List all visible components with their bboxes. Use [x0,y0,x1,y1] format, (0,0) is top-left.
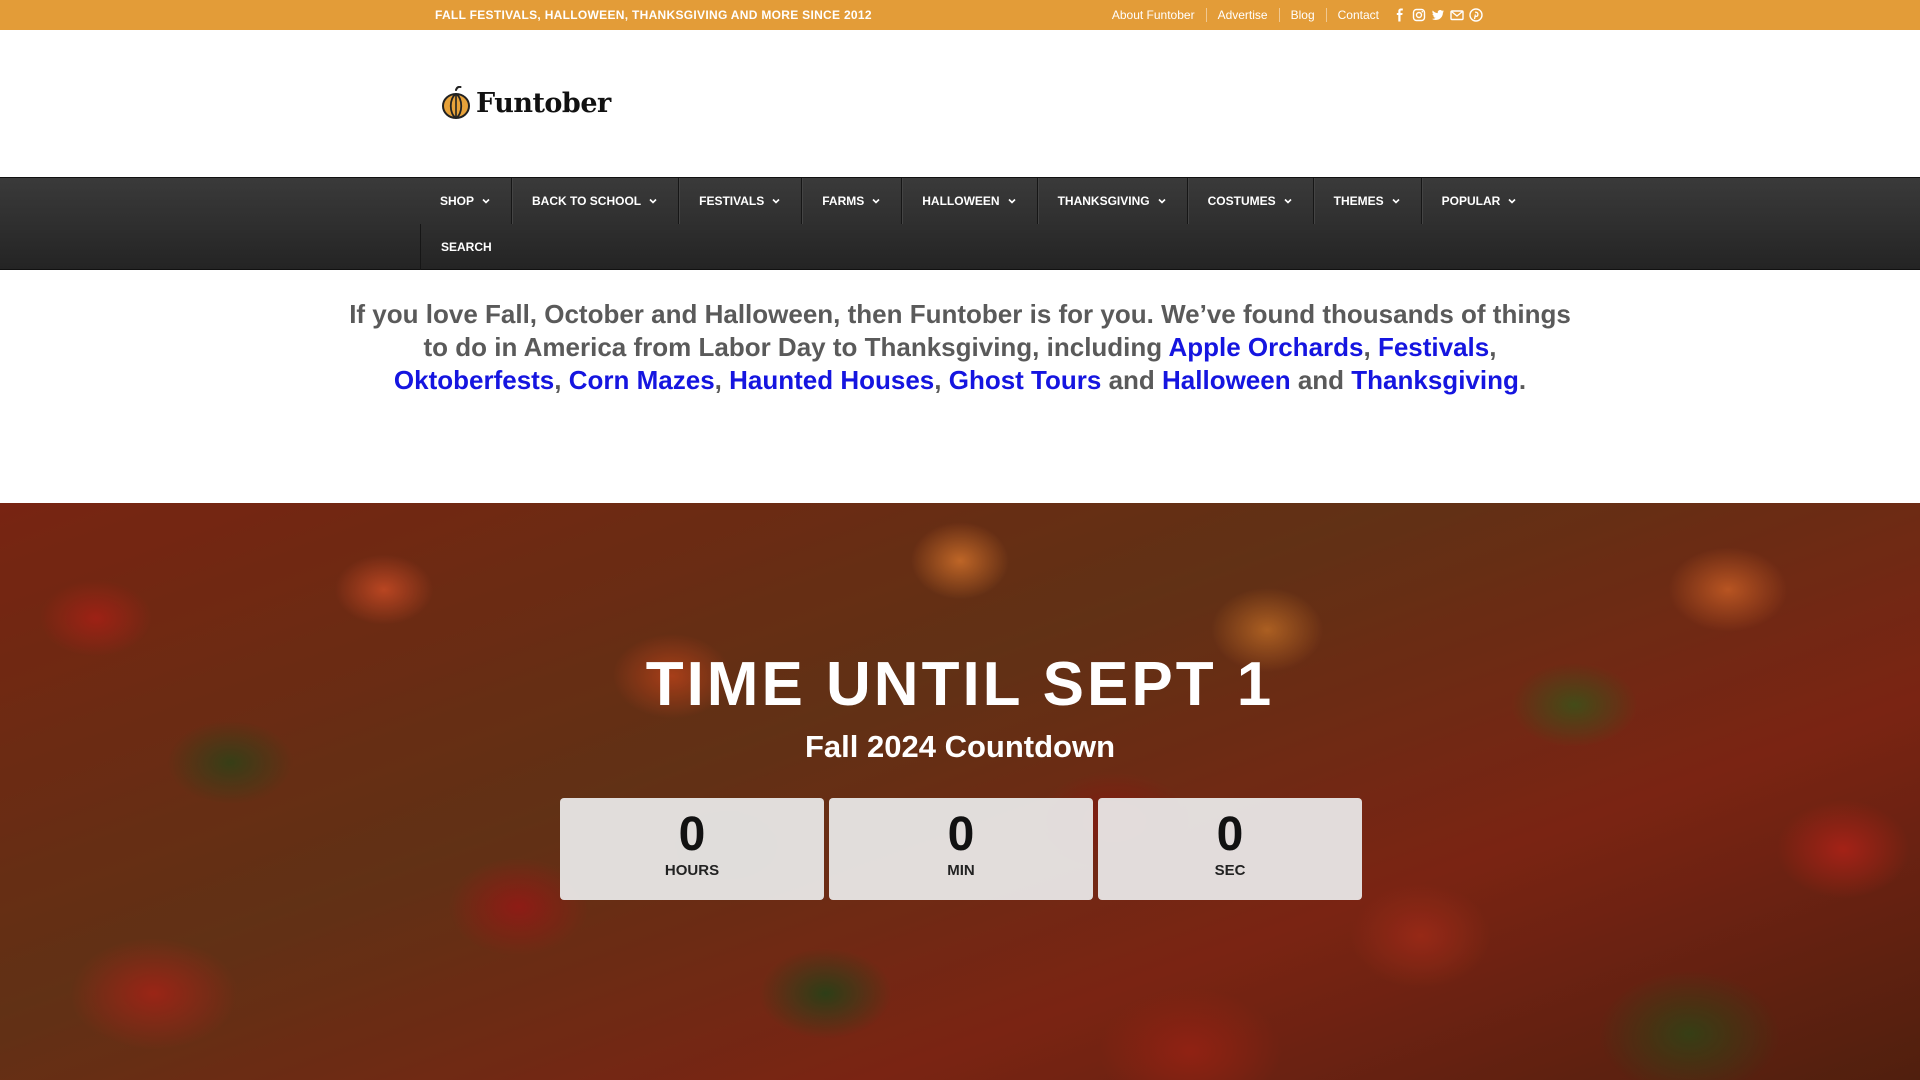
nav-row-2: SEARCH [420,224,512,270]
intro-separator: and [1290,365,1352,395]
countdown-value: 0 [678,808,706,861]
nav-item-search[interactable]: SEARCH [420,224,512,270]
site-logo[interactable]: Funtober [440,86,611,120]
instagram-icon[interactable] [1412,8,1426,22]
countdown-value: 0 [947,808,975,861]
chevron-down-icon [1391,196,1401,206]
nav-item-label: HALLOWEEN [922,194,1000,208]
countdown-seconds: 0 SEC [1098,798,1362,900]
intro-separator: and [1101,365,1163,395]
intro-separator: , [934,365,949,395]
countdown-label: MIN [947,862,975,879]
nav-item-label: THEMES [1333,194,1384,208]
twitter-icon[interactable] [1431,8,1445,22]
oktoberfests-link[interactable]: Oktoberfests [394,365,554,395]
social-links [1393,8,1483,22]
hero-title: TIME UNTIL SEPT 1 [645,650,1275,719]
facebook-icon[interactable] [1393,8,1407,22]
nav-item-popular[interactable]: POPULAR [1422,178,1538,224]
blog-link[interactable]: Blog [1280,8,1327,22]
apple-orchards-link[interactable]: Apple Orchards [1168,332,1363,362]
nav-item-back-to-school[interactable]: BACK TO SCHOOL [512,178,680,224]
nav-item-label: FESTIVALS [699,194,765,208]
nav-item-label: COSTUMES [1207,194,1276,208]
countdown-minutes: 0 MIN [829,798,1093,900]
chevron-down-icon [771,196,781,206]
chevron-down-icon [871,196,881,206]
hero-countdown-section: TIME UNTIL SEPT 1 Fall 2024 Countdown 0 … [0,503,1920,1080]
chevron-down-icon [481,196,491,206]
about-link[interactable]: About Funtober [1101,8,1207,22]
countdown-boxes: 0 HOURS 0 MIN 0 SEC [560,798,1362,900]
chevron-down-icon [648,196,658,206]
pinterest-icon[interactable] [1469,8,1483,22]
intro-separator: , [1489,332,1497,362]
nav-item-farms[interactable]: FARMS [802,178,903,224]
nav-item-costumes[interactable]: COSTUMES [1188,178,1314,224]
main-nav: SHOP BACK TO SCHOOL FESTIVALS FARMS HALL… [0,177,1920,270]
corn-mazes-link[interactable]: Corn Mazes [569,365,715,395]
nav-item-label: BACK TO SCHOOL [532,194,642,208]
intro-separator: , [1363,332,1378,362]
countdown-hours: 0 HOURS [560,798,824,900]
logo-text: Funtober [476,87,611,119]
site-tagline: FALL FESTIVALS, HALLOWEEN, THANKSGIVING … [435,8,872,22]
advertise-link[interactable]: Advertise [1207,8,1280,22]
nav-item-label: SEARCH [441,240,492,254]
top-links: About Funtober Advertise Blog Contact [1101,0,1483,30]
chevron-down-icon [1507,196,1517,206]
nav-item-label: THANKSGIVING [1057,194,1150,208]
intro-separator: , [554,365,569,395]
top-bar: FALL FESTIVALS, HALLOWEEN, THANKSGIVING … [0,0,1920,30]
haunted-houses-link[interactable]: Haunted Houses [729,365,934,395]
chevron-down-icon [1283,196,1293,206]
nav-row-1: SHOP BACK TO SCHOOL FESTIVALS FARMS HALL… [420,178,1537,224]
site-header: Funtober [0,30,1920,177]
countdown-label: SEC [1214,862,1246,879]
contact-link[interactable]: Contact [1327,8,1393,22]
countdown-label: HOURS [664,862,720,879]
countdown-value: 0 [1216,808,1244,861]
intro-separator: , [714,365,730,395]
nav-item-themes[interactable]: THEMES [1314,178,1422,224]
nav-item-halloween[interactable]: HALLOWEEN [902,178,1038,224]
ghost-tours-link[interactable]: Ghost Tours [949,365,1102,395]
nav-item-thanksgiving[interactable]: THANKSGIVING [1038,178,1188,224]
hero-background-image [0,503,1920,1080]
intro-paragraph: If you love Fall, October and Halloween,… [340,298,1580,397]
festivals-link[interactable]: Festivals [1378,332,1489,362]
intro-end: . [1518,365,1527,395]
nav-item-label: SHOP [440,194,475,208]
email-icon[interactable] [1450,8,1464,22]
thanksgiving-link[interactable]: Thanksgiving [1351,365,1519,395]
nav-item-shop[interactable]: SHOP [420,178,513,224]
halloween-link[interactable]: Halloween [1162,365,1291,395]
chevron-down-icon [1007,196,1017,206]
hero-subtitle: Fall 2024 Countdown [804,729,1116,764]
nav-item-label: POPULAR [1441,194,1501,208]
pumpkin-logo-icon [442,86,470,119]
chevron-down-icon [1157,196,1167,206]
nav-item-label: FARMS [822,194,865,208]
nav-item-festivals[interactable]: FESTIVALS [679,178,803,224]
